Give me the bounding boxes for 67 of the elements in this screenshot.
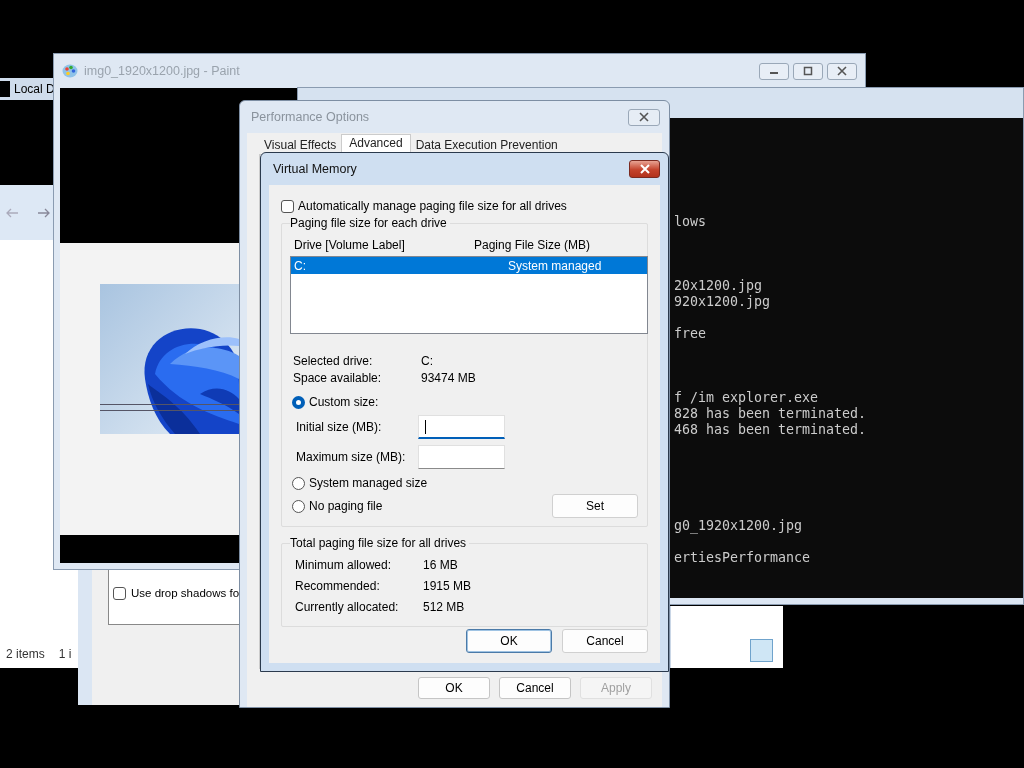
window-title: Performance Options [251,110,370,124]
status-text: 1 i [58,647,72,661]
info-label: Selected drive: [293,354,374,368]
radio-button[interactable] [292,476,305,490]
info-value: 512 MB [423,600,466,614]
dialog-button: Apply [580,677,652,699]
terminal-line: 468 has been terminated. [674,422,868,438]
tab[interactable]: Advanced [341,134,411,154]
info-value: C: [421,354,434,368]
window-title: img0_1920x1200.jpg - Paint [84,64,240,78]
close-icon[interactable] [638,112,650,122]
radio-label: Custom size: [309,395,379,409]
list-cell-text: C: [294,258,307,273]
terminal-line: f /im explorer.exe [674,390,820,406]
radio-button[interactable] [292,395,305,409]
dialog-button[interactable]: OK [466,629,552,653]
terminal-line: 828 has been terminated. [674,406,868,422]
input-field[interactable] [418,445,505,469]
group-title: Total paging file size for all drives [290,536,470,550]
column-header: Paging File Size (MB) [474,238,592,252]
field-label: Initial size (MB): [296,420,383,434]
close-button[interactable] [827,62,857,80]
close-icon[interactable] [836,66,848,76]
close-button[interactable] [629,160,660,178]
minimize-button[interactable] [759,62,789,80]
terminal-line: free [674,326,708,342]
field-label: Maximum size (MB): [296,450,407,464]
square-icon [0,81,10,97]
info-label: Minimum allowed: [295,558,393,572]
palette-icon [62,63,78,79]
info-value: 1915 MB [423,579,473,593]
terminal-line: lows [674,214,708,230]
checkbox-label: Automatically manage paging file size for all drives [298,199,567,213]
group-title: Paging file size for each drive [290,216,450,230]
close-button[interactable] [628,108,660,126]
info-value: 16 MB [423,558,459,572]
square-icon [750,639,773,662]
dialog-button[interactable]: OK [418,677,490,699]
input-field[interactable] [418,415,505,439]
radio-button[interactable] [292,499,305,513]
tab[interactable]: Visual Effects [259,137,342,154]
window-title: Virtual Memory [273,162,357,176]
info-value: 93474 MB [421,371,477,385]
column-header: Drive [Volume Label] [294,238,406,252]
info-label: Currently allocated: [295,600,400,614]
terminal-line: ertiesPerformance [674,550,812,566]
radio-label: System managed size [309,476,428,490]
list-cell-text: System managed [508,258,603,273]
checkbox[interactable] [113,586,126,600]
dialog-button[interactable]: Cancel [499,677,571,699]
radio-label: No paging file [309,499,383,513]
terminal-line: 920x1200.jpg [674,294,772,310]
set-button[interactable]: Set [552,494,638,518]
info-label: Recommended: [295,579,381,593]
terminal-line: g0_1920x1200.jpg [674,518,804,534]
tab[interactable]: Data Execution Prevention [410,137,563,154]
dialog-button[interactable]: Cancel [562,629,648,653]
checkbox[interactable] [281,199,294,213]
list-row[interactable]: C: System managed [291,257,647,274]
checkbox-label: Use drop shadows fo [131,587,240,599]
forward-arrow-icon[interactable] [37,206,51,219]
status-text: 2 items [6,647,45,661]
info-label: Space available: [293,371,383,385]
maximize-button[interactable] [793,62,823,80]
text-caret [425,419,426,434]
terminal-line: 20x1200.jpg [674,278,764,294]
maximize-icon[interactable] [802,66,814,76]
